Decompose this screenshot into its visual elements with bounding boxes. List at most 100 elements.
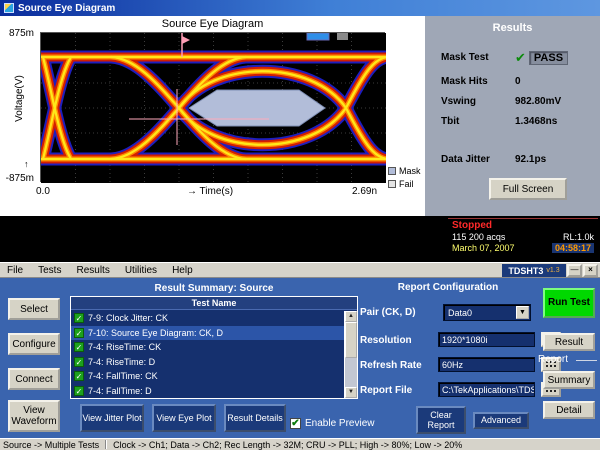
vswing-label: Vswing: [441, 96, 515, 107]
table-body: ✓ 7-9: Clock Jitter: CK ✓ 7-10: Source E…: [71, 311, 344, 398]
resolution-input[interactable]: 1920*1080i: [438, 332, 535, 347]
table-scrollbar[interactable]: ▲ ▼: [344, 311, 357, 398]
main-area: Select Configure Connect View Waveform R…: [0, 278, 600, 438]
advanced-button[interactable]: Advanced: [473, 412, 529, 429]
menu-bar: File Tests Results Utilities Help TDSHT3…: [0, 262, 600, 278]
eye-diagram-plot: [40, 32, 385, 182]
tbit-value: 1.3468ns: [515, 116, 557, 127]
y-min-label: -875m: [0, 173, 34, 184]
fail-swatch-icon: [388, 180, 396, 188]
eye-diagram-panel: Source Eye Diagram 875m -875m ↑ Voltage(…: [0, 16, 425, 216]
pair-dropdown[interactable]: Data0 ▼: [443, 304, 531, 321]
mask-swatch-icon: [388, 167, 396, 175]
chevron-down-icon[interactable]: ▼: [516, 306, 529, 319]
test-name-column-header: Test Name: [71, 297, 357, 310]
data-jitter-label: Data Jitter: [441, 154, 515, 165]
report-group-line: [576, 360, 597, 361]
tdsht3-app-window: Source Eye Diagram Source Eye Diagram 87…: [0, 0, 600, 450]
mask-legend-label: Mask: [399, 166, 421, 176]
window-titlebar[interactable]: Source Eye Diagram: [0, 0, 600, 16]
full-screen-button[interactable]: Full Screen: [489, 178, 567, 200]
report-configuration-title: Report Configuration: [358, 282, 538, 293]
scroll-down-icon[interactable]: ▼: [345, 387, 357, 398]
table-row-selected[interactable]: ✓ 7-10: Source Eye Diagram: CK, D: [71, 326, 344, 341]
test-name: 7-4: RiseTime: D: [88, 357, 155, 367]
x-axis-arrow-icon: →: [187, 186, 197, 197]
app-version: v1.3: [546, 267, 559, 274]
pass-check-icon: ✔: [515, 50, 526, 66]
menu-tests[interactable]: Tests: [38, 265, 61, 276]
menu-file[interactable]: File: [7, 265, 23, 276]
menu-results[interactable]: Results: [76, 265, 109, 276]
legend-mask-row: Mask: [388, 166, 421, 176]
y-axis-title: Voltage(V): [14, 41, 25, 156]
results-title: Results: [425, 22, 600, 34]
detail-button[interactable]: Detail: [543, 401, 595, 419]
enable-preview-control: ✔ Enable Preview: [290, 418, 374, 429]
zoom-marker-gray: [337, 33, 348, 40]
resolution-label: Resolution: [360, 335, 412, 346]
pass-check-icon: ✓: [74, 371, 84, 381]
y-max-label: 875m: [0, 28, 34, 39]
select-button[interactable]: Select: [8, 298, 60, 320]
result-summary-title: Result Summary: Source: [70, 283, 358, 294]
mask-hits-row: Mask Hits 0: [441, 74, 594, 89]
date-label: March 07, 2007: [452, 243, 515, 253]
close-button[interactable]: ×: [583, 264, 598, 277]
mask-hits-value: 0: [515, 76, 521, 87]
vswing-value: 982.80mV: [515, 96, 561, 107]
table-row[interactable]: ✓ 7-9: Clock Jitter: CK: [71, 311, 344, 326]
window-title: Source Eye Diagram: [18, 3, 115, 14]
table-row[interactable]: ✓ 7-4: FallTime: D: [71, 384, 344, 399]
test-name: 7-4: RiseTime: CK: [88, 342, 161, 352]
table-row[interactable]: ✓ 7-4: RiseTime: CK: [71, 340, 344, 355]
enable-preview-label: Enable Preview: [305, 418, 374, 429]
pass-check-icon: ✓: [74, 357, 84, 367]
mask-region: [189, 90, 325, 126]
view-jitter-plot-button[interactable]: View Jitter Plot: [80, 404, 144, 432]
test-name: 7-10: Source Eye Diagram: CK, D: [88, 328, 223, 338]
fail-legend-label: Fail: [399, 179, 414, 189]
pass-check-icon: ✓: [74, 313, 84, 323]
app-name: TDSHT3: [508, 266, 543, 276]
pair-dropdown-value: Data0: [448, 308, 472, 318]
x-min-label: 0.0: [36, 186, 50, 197]
clear-report-button[interactable]: Clear Report: [416, 406, 466, 434]
upper-section: Source Eye Diagram 875m -875m ↑ Voltage(…: [0, 16, 600, 216]
enable-preview-checkbox[interactable]: ✔: [290, 418, 301, 429]
zoom-marker-blue: [307, 33, 329, 40]
app-version-badge: TDSHT3 v1.3: [502, 264, 566, 277]
result-button[interactable]: Result: [543, 333, 595, 351]
report-file-label: Report File: [360, 385, 412, 396]
test-name: 7-4: FallTime: D: [88, 386, 152, 396]
acquisition-info: Stopped 115 200 acqs RL:1.0k March 07, 2…: [448, 218, 598, 260]
x-axis-text: Time(s): [200, 186, 234, 197]
configure-button[interactable]: Configure: [8, 333, 60, 355]
report-file-input[interactable]: C:\TekApplications\TDSHT: [438, 382, 535, 397]
acquisition-count: 115 200 acqs: [452, 232, 505, 242]
view-eye-plot-button[interactable]: View Eye Plot: [152, 404, 216, 432]
menu-help[interactable]: Help: [172, 265, 193, 276]
pass-check-icon: ✓: [74, 386, 84, 396]
results-panel: Results Mask Test ✔ PASS Mask Hits 0 Vsw…: [425, 16, 600, 216]
connect-button[interactable]: Connect: [8, 368, 60, 390]
acquisition-state: Stopped: [452, 220, 594, 231]
summary-button[interactable]: Summary: [543, 371, 595, 389]
refresh-rate-label: Refresh Rate: [360, 360, 422, 371]
view-waveform-button[interactable]: View Waveform: [8, 400, 60, 432]
minimize-button[interactable]: —: [567, 264, 582, 277]
status-bar: Source -> Multiple Tests Clock -> Ch1; D…: [0, 438, 600, 450]
scope-strip: Stopped 115 200 acqs RL:1.0k March 07, 2…: [0, 216, 600, 262]
status-left: Source -> Multiple Tests: [3, 440, 99, 450]
refresh-rate-input[interactable]: 60Hz: [438, 357, 535, 372]
scroll-thumb[interactable]: [345, 322, 357, 358]
mask-test-label: Mask Test: [441, 52, 515, 63]
menu-utilities[interactable]: Utilities: [125, 265, 157, 276]
table-row[interactable]: ✓ 7-4: FallTime: CK: [71, 369, 344, 384]
table-row[interactable]: ✓ 7-4: RiseTime: D: [71, 355, 344, 370]
x-axis-title: → Time(s): [150, 186, 270, 197]
result-details-button[interactable]: Result Details: [224, 404, 286, 432]
run-test-button[interactable]: Run Test: [543, 288, 595, 318]
y-axis-arrow-icon: ↑: [24, 159, 29, 169]
scroll-up-icon[interactable]: ▲: [345, 311, 357, 322]
